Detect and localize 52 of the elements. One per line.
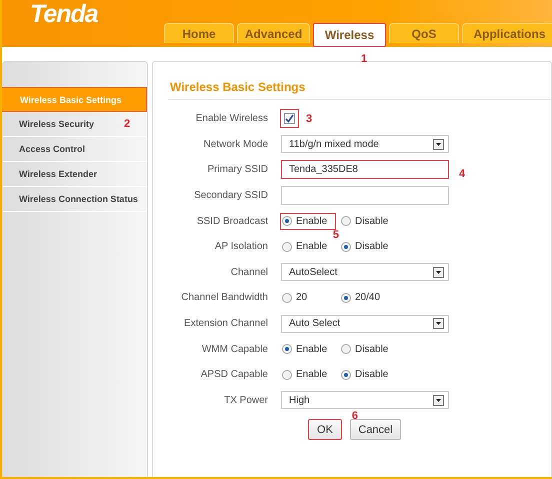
callout-number: 1 [361,53,368,65]
dropdown[interactable]: High [281,391,449,410]
field-label: Network Mode [202,138,268,150]
callout-number: 4 [459,168,466,180]
radio-option[interactable]: Disable [340,367,394,382]
radio-option[interactable]: Enable [281,342,335,357]
radio-option[interactable]: 20 [281,290,335,306]
radio-button[interactable] [341,344,351,354]
radio-button[interactable] [341,242,351,252]
radio-button[interactable] [341,370,351,380]
field-label: AP Isolation [214,241,268,252]
radio-option[interactable]: Enable [281,367,335,382]
text-field[interactable] [281,186,449,206]
form-button[interactable]: Cancel [350,419,401,440]
sidebar-item[interactable]: Wireless Connection Status [19,194,138,204]
callout-number: 3 [306,112,312,125]
radio-button[interactable] [282,370,292,380]
dropdown[interactable]: 11b/g/n mixed mode [281,135,449,154]
checkbox[interactable] [284,113,295,124]
callout-number: 2 [124,118,130,130]
radio-button[interactable] [341,292,351,303]
radio-button[interactable] [282,242,292,252]
field-label: APSD Capable [200,369,268,380]
field-label: Enable Wireless [194,113,268,124]
field-label: Channel Bandwidth [180,292,268,304]
radio-option[interactable]: 20/40 [340,290,394,306]
field-label: Channel [230,266,268,278]
radio-option[interactable]: Enable [281,239,335,254]
field-label: TX Power [223,394,268,406]
field-label: WMM Capable [200,344,268,355]
dropdown[interactable]: Auto Select [281,314,449,333]
sidebar-item[interactable]: Wireless Extender [19,169,97,179]
form-button[interactable]: OK [308,419,342,440]
radio-button[interactable] [341,216,351,226]
text-field[interactable]: Tenda_335DE8 [281,160,449,180]
radio-option[interactable]: Disable [340,214,394,229]
dropdown[interactable]: AutoSelect [281,263,449,282]
callout-number: 5 [332,228,339,241]
field-label: SSID Broadcast [196,216,268,227]
sidebar-item[interactable]: Access Control [19,144,86,154]
field-label: Secondary SSID [193,190,268,202]
radio-option[interactable]: Disable [340,239,394,254]
field-label: Primary SSID [206,164,268,176]
logo: Tenda [30,0,98,29]
radio-option[interactable]: Disable [340,342,394,357]
radio-button[interactable] [282,216,292,226]
section-title: Wireless Basic Settings [170,80,306,94]
radio-button[interactable] [282,292,292,303]
nav-tab[interactable]: Wireless [313,23,386,47]
sidebar-item[interactable]: Wireless Security [19,119,94,129]
radio-button[interactable] [282,344,292,354]
field-label: Extension Channel [183,318,268,330]
